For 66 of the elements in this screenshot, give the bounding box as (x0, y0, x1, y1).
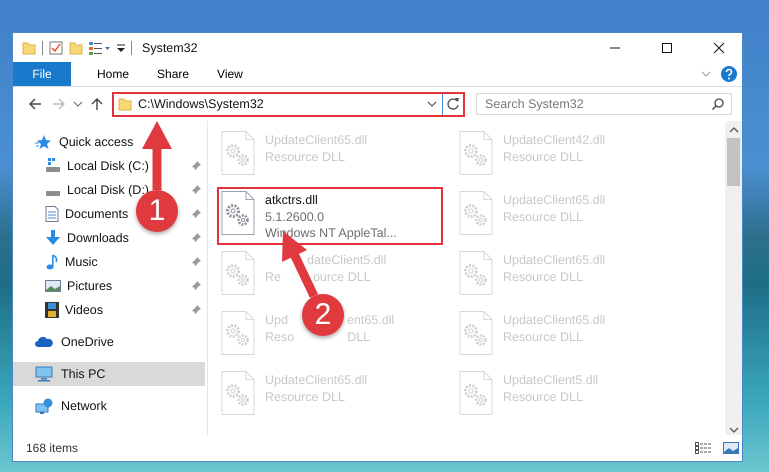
nav-item[interactable]: Music (65, 255, 98, 269)
star-icon (35, 134, 51, 150)
customize-caret-icon (117, 42, 125, 52)
folder-icon (22, 40, 36, 54)
chevron-down-icon (427, 101, 437, 107)
gear-file-icon (459, 131, 493, 175)
search-icon (712, 98, 724, 110)
nav-item[interactable]: Quick access (59, 135, 134, 149)
ribbon-tab[interactable]: Share (143, 62, 204, 86)
gear-file-icon (459, 251, 493, 295)
forward-icon (52, 97, 66, 111)
scrollbar[interactable] (725, 121, 742, 435)
search-field[interactable]: Search System32 (476, 93, 732, 115)
view-list-icon (89, 40, 111, 54)
file-name: atkctrs.dll (265, 192, 319, 209)
picture-icon (45, 279, 61, 293)
scroll-down-icon (728, 425, 738, 435)
help-icon[interactable] (721, 66, 737, 82)
monitor-icon (35, 366, 53, 382)
chevron-down-icon[interactable] (701, 71, 711, 77)
nav-item[interactable]: This PC (13, 362, 205, 386)
large-icons-view-button[interactable] (720, 442, 742, 454)
address-bar[interactable]: C:\Windows\System32 (112, 92, 465, 116)
item-count: 168 items (26, 441, 80, 455)
gear-file-icon (221, 311, 255, 355)
film-strip-icon (45, 302, 59, 318)
gear-file-icon (221, 251, 255, 295)
gear-file-icon (221, 131, 255, 175)
scroll-up-icon (728, 125, 738, 135)
cloud-icon (35, 336, 53, 348)
gear-file-icon (221, 191, 255, 235)
gear-file-icon (221, 371, 255, 415)
window-title: System32 (142, 40, 199, 54)
refresh-icon (446, 97, 460, 111)
details-list-icon (695, 442, 711, 454)
nav-item[interactable]: Videos (65, 303, 103, 317)
gear-file-icon (459, 191, 493, 235)
file-menu-button[interactable]: File (13, 62, 71, 86)
address-path: C:\Windows\System32 (138, 97, 265, 111)
scrollbar-thumb[interactable] (727, 138, 740, 186)
ribbon-tab[interactable]: View (203, 62, 257, 86)
maximize-icon (661, 42, 673, 54)
nav-item[interactable]: Pictures (67, 279, 112, 293)
file-detail: 5.1.2600.0 (265, 209, 326, 225)
music-note-icon (45, 254, 59, 270)
drive-icon (45, 158, 61, 174)
network-icon (35, 398, 53, 414)
drive-icon (46, 191, 60, 196)
properties-check-icon (49, 40, 63, 54)
ribbon-tab[interactable]: Home (83, 62, 144, 86)
folder-icon (118, 97, 132, 111)
back-icon (28, 97, 42, 111)
nav-item[interactable]: Network (61, 399, 107, 413)
nav-item[interactable]: Local Disk (C:) (67, 159, 149, 173)
nav-item[interactable]: Downloads (67, 231, 129, 245)
gear-file-icon (459, 371, 493, 415)
close-icon (713, 42, 725, 54)
download-arrow-icon (45, 230, 61, 246)
details-view-button[interactable] (692, 442, 714, 454)
gear-file-icon (459, 311, 493, 355)
new-folder-icon (69, 40, 83, 54)
picture-icon (723, 442, 739, 454)
document-icon (45, 206, 59, 222)
nav-item[interactable]: Documents (65, 207, 128, 221)
up-icon (90, 97, 104, 111)
nav-item[interactable]: OneDrive (61, 335, 114, 349)
